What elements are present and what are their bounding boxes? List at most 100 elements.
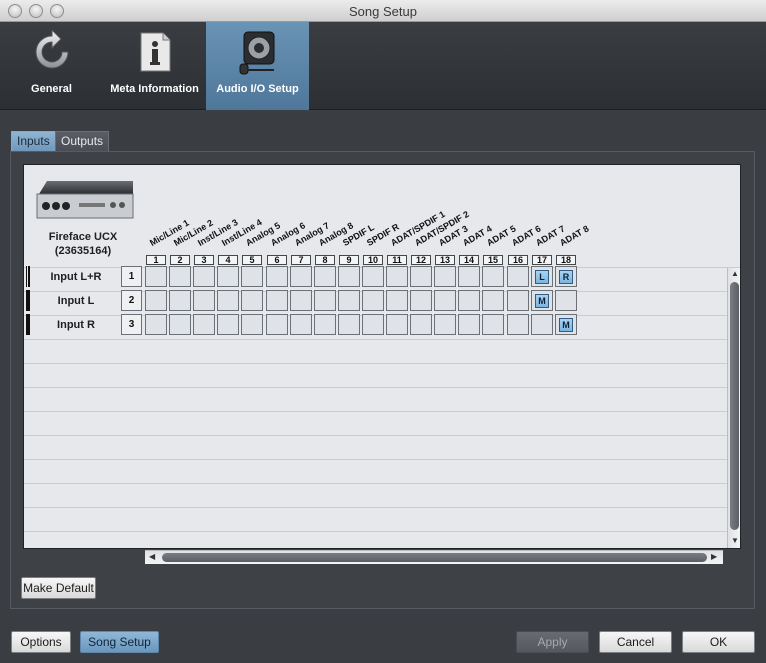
horizontal-scroll-thumb[interactable] — [162, 553, 707, 562]
row-number: 1 — [121, 266, 142, 287]
channel-assignment-badge[interactable]: R — [559, 270, 573, 284]
routing-cell[interactable] — [338, 266, 360, 287]
row-separator — [24, 435, 740, 436]
column-number: 3 — [194, 255, 214, 265]
routing-cell[interactable] — [290, 314, 312, 335]
title-bar: Song Setup — [0, 0, 766, 22]
routing-cell[interactable] — [434, 290, 456, 311]
routing-cell[interactable] — [145, 314, 167, 335]
routing-cell[interactable] — [314, 266, 336, 287]
routing-cell[interactable] — [266, 314, 288, 335]
column-number: 16 — [508, 255, 528, 265]
routing-cell[interactable] — [266, 266, 288, 287]
horizontal-scrollbar[interactable]: ◀ ▶ — [145, 550, 723, 564]
routing-cell[interactable] — [314, 290, 336, 311]
row-channel-marker — [26, 266, 30, 287]
row-separator — [24, 459, 740, 460]
routing-cell[interactable] — [482, 314, 504, 335]
song-setup-button[interactable]: Song Setup — [80, 631, 159, 653]
tab-outputs[interactable]: Outputs — [55, 131, 110, 151]
routing-cell[interactable] — [217, 266, 239, 287]
routing-cell[interactable] — [241, 314, 263, 335]
tab-general[interactable]: General — [0, 22, 103, 110]
routing-cell[interactable] — [362, 290, 384, 311]
scroll-up-icon[interactable]: ▲ — [731, 269, 739, 278]
routing-cell[interactable] — [434, 266, 456, 287]
column-number: 10 — [363, 255, 383, 265]
top-tab-bar: General Meta Information Audio I/O Setup — [0, 22, 766, 110]
vertical-scroll-thumb[interactable] — [730, 282, 739, 530]
routing-cell[interactable] — [169, 290, 191, 311]
routing-cell[interactable] — [362, 314, 384, 335]
ok-button[interactable]: OK — [682, 631, 755, 653]
tab-meta-information[interactable]: Meta Information — [104, 22, 205, 110]
routing-cell[interactable] — [217, 314, 239, 335]
routing-cell[interactable] — [507, 266, 529, 287]
column-number: 13 — [435, 255, 455, 265]
routing-cell[interactable] — [290, 290, 312, 311]
vertical-scrollbar[interactable]: ▲ ▼ — [727, 268, 740, 548]
routing-cell[interactable] — [555, 290, 577, 311]
routing-cell[interactable] — [386, 290, 408, 311]
channel-assignment-badge[interactable]: M — [535, 294, 549, 308]
routing-cell[interactable] — [290, 266, 312, 287]
routing-cell[interactable] — [531, 314, 553, 335]
column-number: 6 — [267, 255, 287, 265]
tab-audio-io-setup[interactable]: Audio I/O Setup — [206, 22, 309, 110]
routing-cell[interactable] — [410, 290, 432, 311]
channel-assignment-badge[interactable]: L — [535, 270, 549, 284]
routing-cell[interactable] — [362, 266, 384, 287]
row-label[interactable]: Input L — [40, 295, 112, 307]
routing-cell[interactable] — [169, 314, 191, 335]
column-number: 1 — [146, 255, 166, 265]
scroll-down-icon[interactable]: ▼ — [731, 536, 739, 545]
row-separator — [24, 531, 740, 532]
routing-cell[interactable] — [482, 290, 504, 311]
column-number: 11 — [387, 255, 407, 265]
tab-meta-information-label: Meta Information — [110, 83, 199, 95]
refresh-icon — [30, 28, 74, 77]
routing-cell[interactable] — [193, 290, 215, 311]
routing-cell[interactable] — [145, 290, 167, 311]
routing-cell[interactable] — [482, 266, 504, 287]
routing-cell[interactable] — [266, 290, 288, 311]
routing-cell[interactable] — [145, 266, 167, 287]
row-separator — [24, 411, 740, 412]
routing-cell[interactable] — [314, 314, 336, 335]
channel-assignment-badge[interactable]: M — [559, 318, 573, 332]
apply-button[interactable]: Apply — [516, 631, 589, 653]
routing-cell[interactable] — [410, 266, 432, 287]
info-document-icon — [135, 30, 175, 77]
device-serial: (23635164) — [54, 245, 112, 257]
routing-cell[interactable] — [338, 290, 360, 311]
scroll-right-icon[interactable]: ▶ — [711, 552, 717, 561]
row-label[interactable]: Input L+R — [40, 271, 112, 283]
scroll-left-icon[interactable]: ◀ — [149, 552, 155, 561]
routing-cell[interactable] — [507, 314, 529, 335]
column-number: 12 — [411, 255, 431, 265]
tab-inputs[interactable]: Inputs — [11, 131, 56, 151]
routing-cell[interactable] — [434, 314, 456, 335]
row-label[interactable]: Input R — [40, 319, 112, 331]
routing-cell[interactable] — [193, 266, 215, 287]
make-default-button[interactable]: Make Default — [21, 577, 96, 599]
routing-cell[interactable] — [386, 314, 408, 335]
routing-cell[interactable] — [458, 314, 480, 335]
column-number: 5 — [242, 255, 262, 265]
column-number: 4 — [218, 255, 238, 265]
row-channel-marker — [26, 314, 30, 335]
routing-cell[interactable] — [507, 290, 529, 311]
routing-cell[interactable] — [458, 290, 480, 311]
routing-cell[interactable] — [241, 290, 263, 311]
routing-cell[interactable] — [169, 266, 191, 287]
routing-cell[interactable] — [410, 314, 432, 335]
routing-cell[interactable] — [193, 314, 215, 335]
routing-cell[interactable] — [338, 314, 360, 335]
routing-cell[interactable] — [241, 266, 263, 287]
cancel-button[interactable]: Cancel — [599, 631, 672, 653]
routing-cell[interactable] — [458, 266, 480, 287]
routing-cell[interactable] — [217, 290, 239, 311]
row-channel-marker — [26, 290, 30, 311]
options-button[interactable]: Options — [11, 631, 71, 653]
routing-cell[interactable] — [386, 266, 408, 287]
